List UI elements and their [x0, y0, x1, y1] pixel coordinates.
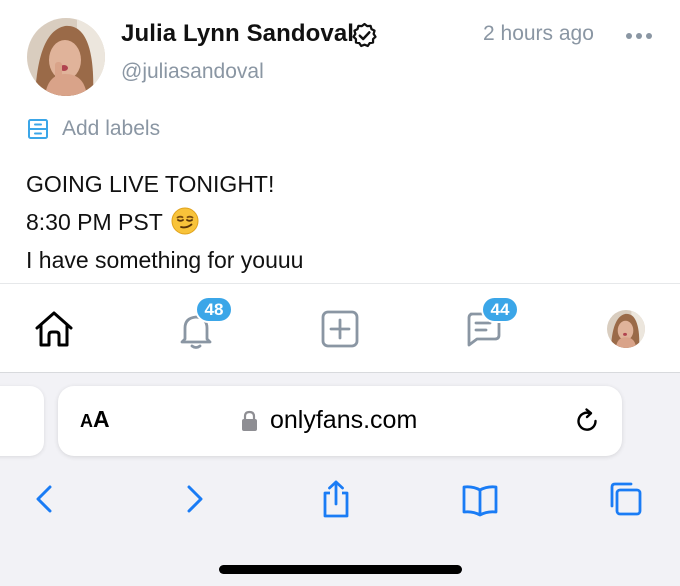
browser-chrome: AA onlyfans.com [0, 373, 680, 586]
share-button[interactable] [306, 471, 366, 527]
author-display-name[interactable]: Julia Lynn Sandoval [121, 20, 354, 48]
app-window: Julia Lynn Sandoval @juliasandoval 2 hou… [0, 0, 680, 586]
home-icon [35, 311, 73, 347]
url-text[interactable]: onlyfans.com [270, 406, 417, 435]
avatar [607, 310, 645, 348]
verified-badge-icon [352, 22, 377, 48]
text-size-small-a: A [80, 411, 93, 431]
bottom-navigation: 48 44 [0, 283, 680, 373]
home-indicator[interactable] [219, 565, 462, 574]
previous-tab-card[interactable] [0, 386, 44, 456]
lock-icon [242, 410, 257, 431]
share-icon [323, 480, 349, 518]
nav-notifications[interactable]: 48 [151, 284, 241, 374]
forward-button[interactable] [164, 471, 224, 527]
smirking-face-emoji-icon [171, 207, 199, 235]
bookmarks-button[interactable] [450, 471, 510, 527]
nav-home[interactable] [9, 284, 99, 374]
post-line-2-wrap: 8:30 PM PST [26, 203, 303, 241]
address-bar[interactable]: AA onlyfans.com [58, 386, 622, 456]
reload-icon [577, 408, 597, 431]
author-username[interactable]: @juliasandoval [121, 60, 264, 84]
messages-badge: 44 [481, 296, 519, 323]
post-card: Julia Lynn Sandoval @juliasandoval 2 hou… [0, 0, 680, 283]
forward-icon [187, 485, 203, 513]
back-button[interactable] [15, 471, 75, 527]
tabs-icon [610, 482, 642, 516]
browser-toolbar [0, 471, 680, 527]
add-labels-button[interactable]: Add labels [27, 115, 160, 143]
post-line-1: GOING LIVE TONIGHT! [26, 171, 275, 197]
add-labels-label: Add labels [62, 117, 161, 140]
more-options-icon[interactable] [624, 28, 654, 44]
post-line-3: I have something for youuu [26, 247, 304, 273]
post-line-2: 8:30 PM PST [26, 209, 163, 235]
nav-new-post[interactable] [295, 284, 385, 374]
text-size-button[interactable]: AA [80, 406, 110, 436]
plus-square-icon [321, 310, 359, 348]
labels-icon [28, 119, 48, 139]
nav-profile[interactable] [581, 284, 671, 374]
avatar-photo [27, 18, 105, 96]
bookmarks-icon [462, 485, 498, 517]
author-avatar[interactable] [27, 18, 105, 96]
nav-messages[interactable]: 44 [438, 284, 528, 374]
back-icon [36, 485, 52, 513]
text-size-large-a: A [93, 406, 110, 432]
avatar-photo-small [607, 310, 645, 348]
post-timestamp: 2 hours ago [483, 22, 594, 45]
notifications-badge: 48 [195, 296, 233, 323]
post-body: GOING LIVE TONIGHT! 8:30 PM PST I have s… [26, 165, 303, 279]
tabs-button[interactable] [594, 471, 654, 527]
